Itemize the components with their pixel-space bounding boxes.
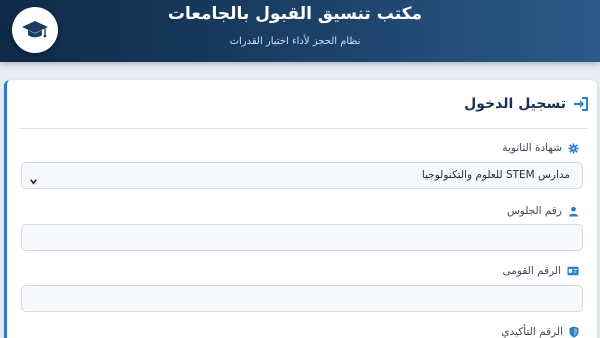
sign-in-icon: [573, 96, 589, 112]
certificate-selected-value: مدارس STEM للعلوم والتكنولوجيا: [421, 169, 570, 181]
gear-icon: [568, 142, 579, 154]
graduation-cap-icon: [21, 19, 49, 41]
login-heading: تسجيل الدخول: [464, 96, 589, 112]
national-id-label-row: الرقم القومى: [503, 265, 579, 277]
national-id-label: الرقم القومى: [502, 265, 561, 277]
certificate-select[interactable]: مدارس STEM للعلوم والتكنولوجيا: [21, 162, 583, 189]
seat-number-label-row: رقم الجلوس: [507, 205, 579, 217]
seat-number-input[interactable]: [21, 224, 583, 251]
header-title: مكتب تنسيق القبول بالجامعات: [167, 4, 423, 24]
certificate-label-row: شهادة الثانوية: [502, 142, 579, 154]
national-id-input[interactable]: [21, 285, 583, 312]
shield-icon: [569, 326, 579, 338]
logo: [12, 7, 58, 53]
confirmation-number-label: الرقم التأكيدي: [501, 326, 563, 338]
header-subtitle: نظام الحجز لأداء اختبار القدرات: [229, 36, 361, 47]
page: مكتب تنسيق القبول بالجامعات نظام الحجز ل…: [0, 0, 600, 338]
seat-number-label: رقم الجلوس: [506, 205, 562, 217]
user-icon: [568, 206, 579, 217]
login-title: تسجيل الدخول: [464, 96, 566, 112]
divider: [19, 128, 587, 129]
login-card: تسجيل الدخول شهادة الثانوية مدارس STEM ل…: [4, 80, 597, 338]
certificate-label: شهادة الثانوية: [502, 142, 562, 154]
confirmation-number-label-row: الرقم التأكيدي: [501, 326, 579, 338]
id-card-icon: [567, 266, 579, 276]
header-bar: مكتب تنسيق القبول بالجامعات نظام الحجز ل…: [0, 0, 600, 62]
chevron-down-icon: [29, 171, 38, 190]
